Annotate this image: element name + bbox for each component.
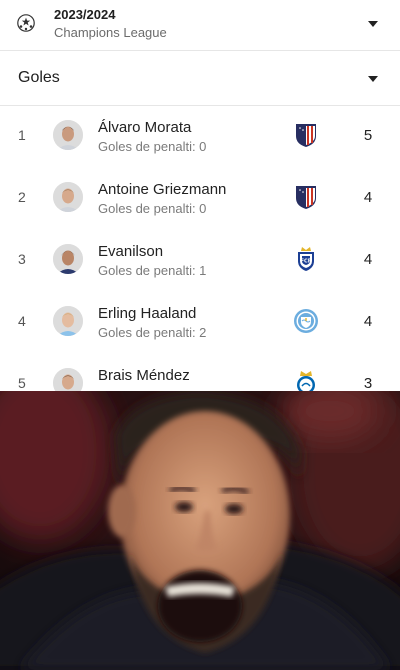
- caret-down-icon[interactable]: [368, 21, 378, 27]
- player-avatar: [53, 244, 83, 274]
- player-avatar: [53, 368, 83, 391]
- goals-count: 4: [363, 313, 373, 330]
- player-name: Evanilson: [98, 243, 164, 260]
- rank-number: 1: [18, 127, 26, 143]
- player-avatar: [53, 182, 83, 212]
- scorer-row[interactable]: 3 Evanilson Goles de penalti: 1 FCP 4: [0, 230, 400, 292]
- goals-count: 5: [363, 127, 373, 144]
- player-avatar: [53, 306, 83, 336]
- scorer-row[interactable]: 4 Erling Haaland Goles de penalti: 2 4: [0, 292, 400, 354]
- rank-number: 4: [18, 313, 26, 329]
- scorer-row[interactable]: 2 Antoine Griezmann Goles de penalti: 0 …: [0, 168, 400, 230]
- goals-count: 3: [363, 375, 373, 391]
- champions-league-starball-icon: [17, 14, 35, 32]
- competition-season-selector[interactable]: 2023/2024 Champions League: [0, 0, 400, 51]
- player-name: Antoine Griezmann: [98, 181, 227, 198]
- fc-porto-crest-icon: FCP: [298, 247, 314, 271]
- competition-name: Champions League: [54, 25, 167, 40]
- rank-number: 2: [18, 189, 26, 205]
- stat-type-selector[interactable]: Goles: [0, 52, 400, 106]
- top-scorers-screen: 2023/2024 Champions League Goles 1 Álvar…: [0, 0, 400, 391]
- goals-count: 4: [363, 251, 373, 268]
- manchester-city-crest-icon: [294, 309, 318, 333]
- player-name: Erling Haaland: [98, 305, 197, 322]
- scorer-row[interactable]: 1 Álvaro Morata Goles de penalti: 0 5: [0, 106, 400, 168]
- rank-number: 3: [18, 251, 26, 267]
- stat-type-label: Goles: [18, 69, 60, 86]
- player-name: Álvaro Morata: [98, 119, 192, 136]
- penalty-goals: Goles de penalti: 0: [98, 201, 207, 216]
- atletico-madrid-crest-icon: [296, 186, 316, 209]
- season-label: 2023/2024: [54, 7, 116, 22]
- penalty-goals: Goles de penalti: 1: [98, 263, 207, 278]
- penalty-goals: Goles de penalti: 0: [98, 139, 207, 154]
- penalty-goals: Goles de penalti: 2: [98, 325, 207, 340]
- rank-number: 5: [18, 375, 26, 391]
- svg-text:FCP: FCP: [301, 259, 312, 265]
- caret-down-icon[interactable]: [368, 76, 378, 82]
- reaction-photo: [0, 391, 400, 670]
- goals-count: 4: [363, 189, 373, 206]
- scorer-row[interactable]: 5 Brais Méndez 3: [0, 354, 400, 391]
- real-sociedad-crest-icon: [297, 371, 315, 391]
- atletico-madrid-crest-icon: [296, 124, 316, 147]
- player-avatar: [53, 120, 83, 150]
- player-name: Brais Méndez: [98, 367, 190, 384]
